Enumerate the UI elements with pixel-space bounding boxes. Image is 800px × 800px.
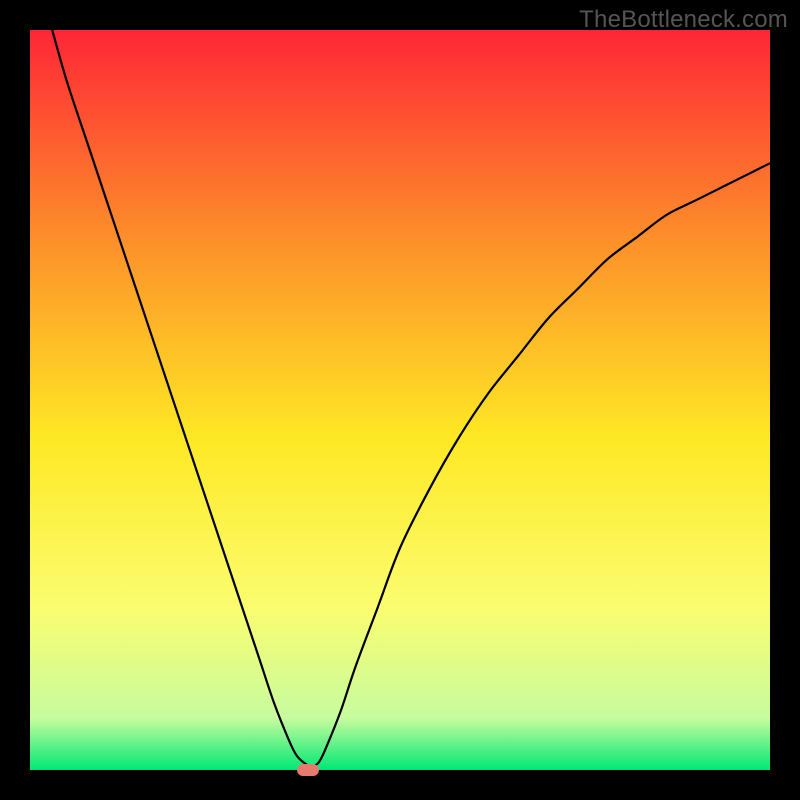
- chart-frame: [30, 30, 770, 770]
- optimal-point-marker: [297, 764, 319, 776]
- watermark-text: TheBottleneck.com: [579, 6, 788, 34]
- chart-svg: [30, 30, 770, 770]
- gradient-background: [30, 30, 770, 770]
